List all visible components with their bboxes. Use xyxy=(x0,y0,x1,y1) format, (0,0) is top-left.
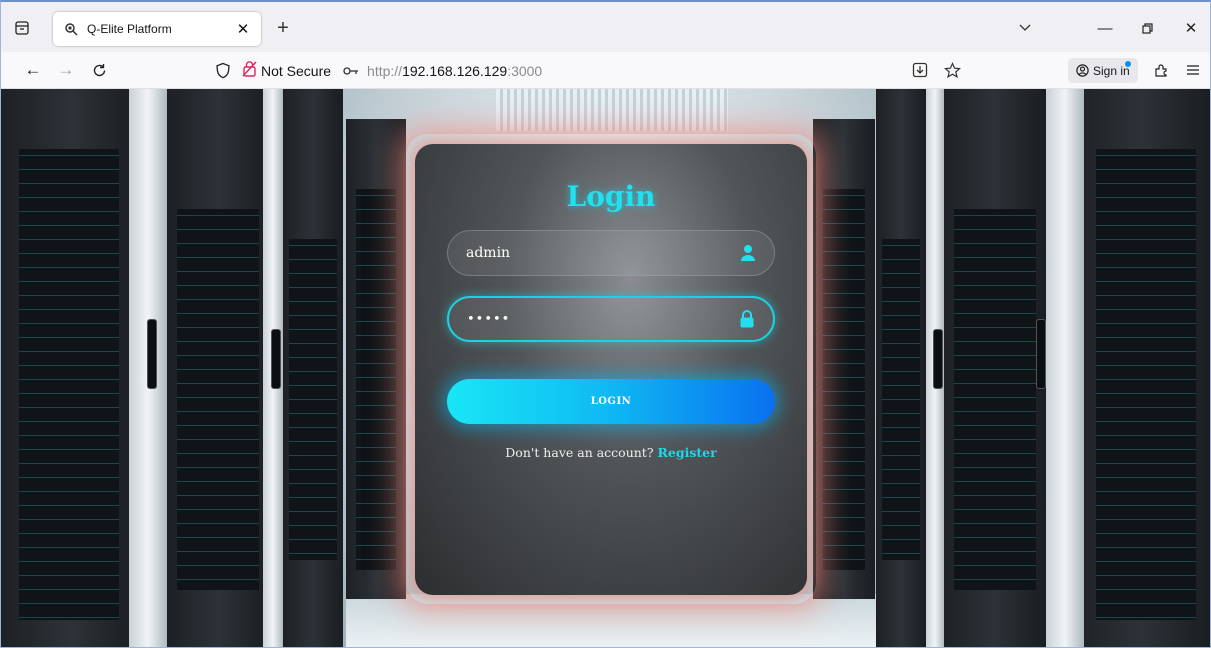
server-rack-front xyxy=(177,209,259,590)
account-icon xyxy=(1076,64,1089,77)
close-icon[interactable]: ✕ xyxy=(233,19,253,39)
minimize-icon[interactable]: — xyxy=(1093,16,1117,40)
server-rack-front xyxy=(1096,149,1196,620)
tab-title: Q-Elite Platform xyxy=(87,22,172,36)
rack-frame xyxy=(1046,89,1084,647)
reader-view-icon[interactable] xyxy=(910,60,930,80)
login-card: Login admin ••••• LOGIN Don't have an ac… xyxy=(415,144,807,595)
site-security-indicator[interactable]: Not Secure xyxy=(242,60,331,82)
extensions-icon[interactable] xyxy=(1149,58,1173,82)
chevron-down-icon[interactable] xyxy=(1015,18,1035,38)
password-field[interactable]: ••••• xyxy=(447,296,775,342)
server-rack-front xyxy=(882,239,920,560)
tab-overview-icon[interactable] xyxy=(11,17,33,39)
reload-icon[interactable] xyxy=(87,58,111,82)
rack-handle xyxy=(271,329,281,389)
insecure-lock-icon xyxy=(242,60,257,82)
server-rack-front xyxy=(823,189,865,570)
navigation-toolbar: ← → Not Secure http://192.168.126.129:30… xyxy=(1,52,1210,89)
password-value: ••••• xyxy=(467,311,511,327)
server-rack-front xyxy=(954,209,1036,590)
star-icon[interactable] xyxy=(942,60,962,80)
username-value: admin xyxy=(466,245,511,261)
plus-icon[interactable]: + xyxy=(271,16,295,40)
tab-active[interactable]: Q-Elite Platform ✕ xyxy=(53,12,261,46)
login-title: Login xyxy=(566,180,656,213)
register-prompt-line: Don't have an account? Register xyxy=(415,445,807,460)
close-window-icon[interactable]: ✕ xyxy=(1179,16,1203,40)
ceiling-light xyxy=(496,89,728,131)
shield-icon[interactable] xyxy=(214,62,232,80)
rack-handle xyxy=(1036,319,1046,389)
server-rack-front xyxy=(19,149,119,620)
lock-icon xyxy=(739,310,755,328)
magnifier-icon xyxy=(63,21,79,37)
rack-handle xyxy=(933,329,943,389)
login-button[interactable]: LOGIN xyxy=(447,379,775,424)
url-bar[interactable]: Not Secure http://192.168.126.129:3000 xyxy=(206,55,974,86)
url-scheme: http:// xyxy=(367,62,403,79)
register-prompt: Don't have an account? xyxy=(505,445,654,460)
page-viewport: Login admin ••••• LOGIN Don't have an ac… xyxy=(1,89,1210,647)
username-field[interactable]: admin xyxy=(447,230,775,276)
hamburger-menu-icon[interactable] xyxy=(1181,58,1205,82)
server-rack-front xyxy=(289,239,337,560)
sign-in-button[interactable]: Sign in xyxy=(1068,58,1138,83)
rack-handle xyxy=(147,319,157,389)
login-button-label: LOGIN xyxy=(590,396,632,407)
sign-in-label: Sign in xyxy=(1093,63,1130,78)
notification-dot xyxy=(1124,61,1131,67)
tab-bar: Q-Elite Platform ✕ + — ✕ xyxy=(1,2,1210,52)
url-port: :3000 xyxy=(507,62,543,79)
forward-arrow-icon[interactable]: → xyxy=(54,58,78,82)
browser-window: Q-Elite Platform ✕ + — ✕ ← → Not Secure … xyxy=(0,0,1211,648)
restore-icon[interactable] xyxy=(1135,16,1159,40)
url-host: 192.168.126.129 xyxy=(402,62,508,79)
user-icon xyxy=(740,244,756,262)
key-icon[interactable] xyxy=(343,66,361,76)
back-arrow-icon[interactable]: ← xyxy=(21,58,45,82)
not-secure-label: Not Secure xyxy=(261,62,332,79)
server-rack-front xyxy=(356,189,396,570)
register-link[interactable]: Register xyxy=(658,445,717,460)
url-text[interactable]: http://192.168.126.129:3000 xyxy=(367,63,542,79)
